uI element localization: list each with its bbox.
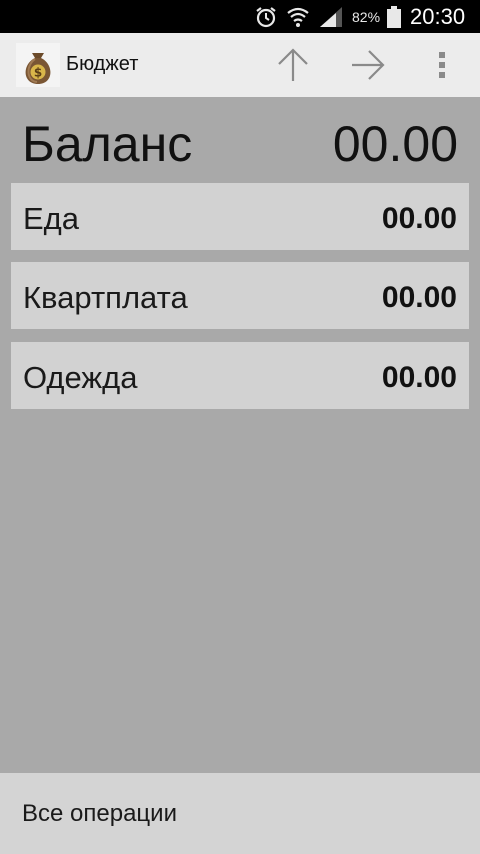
wifi-icon xyxy=(287,7,309,27)
svg-text:$: $ xyxy=(34,66,42,80)
balance-row: Баланс 00.00 xyxy=(0,97,480,181)
category-row-food[interactable]: Еда 00.00 xyxy=(11,183,469,250)
balance-label: Баланс xyxy=(22,116,193,172)
category-name: Квартплата xyxy=(23,280,188,315)
signal-icon xyxy=(320,7,342,27)
category-name: Еда xyxy=(23,201,80,236)
overflow-menu-button[interactable] xyxy=(420,43,464,87)
battery-icon xyxy=(387,6,401,28)
action-bar: $ Бюджет xyxy=(0,33,480,97)
alarm-icon xyxy=(256,7,276,28)
category-amount: 00.00 xyxy=(381,281,457,314)
battery-percent: 82% xyxy=(352,9,381,25)
category-name: Одежда xyxy=(23,360,138,395)
arrow-right-icon xyxy=(352,50,385,80)
arrow-right-button[interactable] xyxy=(346,43,390,87)
all-operations-button[interactable]: Все операции xyxy=(0,773,480,854)
overflow-menu-icon xyxy=(439,52,445,78)
status-bar: 82% 20:30 xyxy=(0,0,480,33)
all-operations-label: Все операции xyxy=(22,800,177,827)
status-clock: 20:30 xyxy=(410,4,466,29)
arrow-up-icon xyxy=(278,48,308,81)
category-amount: 00.00 xyxy=(381,361,457,394)
category-row-clothes[interactable]: Одежда 00.00 xyxy=(11,342,469,409)
arrow-up-button[interactable] xyxy=(271,43,315,87)
money-bag-icon: $ xyxy=(16,43,60,87)
app-title: Бюджет xyxy=(66,53,139,75)
screen: 82% 20:30 $ Бюджет Баланс 00.00 Еда 00.0… xyxy=(0,0,480,854)
category-row-rent[interactable]: Квартплата 00.00 xyxy=(11,262,469,329)
balance-value: 00.00 xyxy=(332,116,458,172)
category-amount: 00.00 xyxy=(381,202,457,235)
